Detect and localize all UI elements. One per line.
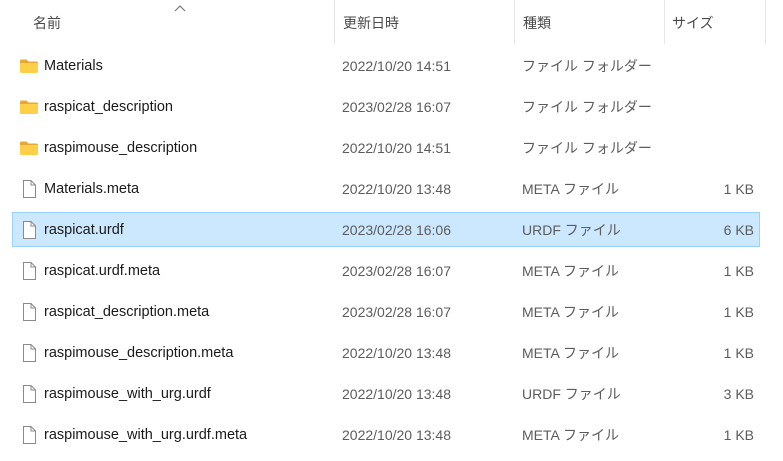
file-modified-date: 2022/10/20 13:48 <box>342 181 451 197</box>
column-divider[interactable] <box>334 0 335 44</box>
file-icon <box>19 425 39 445</box>
file-type: URDF ファイル <box>522 222 621 238</box>
chevron-up-icon[interactable] <box>174 4 186 12</box>
file-modified-date: 2023/02/28 16:07 <box>342 263 451 279</box>
file-name: raspicat_description <box>44 99 173 115</box>
column-header-type[interactable]: 種類 <box>523 14 551 32</box>
file-name: raspimouse_description <box>44 140 198 156</box>
column-header-size[interactable]: サイズ <box>672 14 714 32</box>
folder-icon <box>19 97 39 117</box>
file-type: URDF ファイル <box>522 386 621 402</box>
file-icon <box>19 220 39 240</box>
file-row[interactable]: Materials.meta 2022/10/20 13:48 META ファイル 1… <box>12 171 760 206</box>
file-icon <box>19 384 39 404</box>
file-type: META ファイル <box>522 181 619 197</box>
file-size: 1 KB <box>723 304 754 320</box>
file-icon <box>19 179 39 199</box>
file-row[interactable]: raspicat_description 2023/02/28 16:07 ファイル… <box>12 89 760 124</box>
file-type: META ファイル <box>522 304 619 320</box>
file-modified-date: 2022/10/20 13:48 <box>342 345 451 361</box>
column-header-name[interactable]: 名前 <box>33 14 61 32</box>
file-type: ファイル フォルダー <box>522 58 652 74</box>
file-name: Materials <box>44 58 103 74</box>
column-divider[interactable] <box>765 0 766 44</box>
file-modified-date: 2022/10/20 13:48 <box>342 386 451 402</box>
file-name: Materials.meta <box>44 181 140 197</box>
file-type: META ファイル <box>522 427 619 443</box>
file-size: 1 KB <box>723 181 754 197</box>
file-row[interactable]: raspimouse_with_urg.urdf.meta 2022/10/20 … <box>12 417 760 452</box>
file-size: 1 KB <box>723 427 754 443</box>
file-size: 1 KB <box>723 263 754 279</box>
file-modified-date: 2023/02/28 16:06 <box>342 222 451 238</box>
file-name: raspimouse_with_urg.urdf.meta <box>44 427 248 443</box>
column-divider[interactable] <box>664 0 665 44</box>
file-name: raspimouse_with_urg.urdf <box>44 386 211 402</box>
file-type: META ファイル <box>522 263 619 279</box>
file-modified-date: 2022/10/20 14:51 <box>342 140 451 156</box>
file-type: ファイル フォルダー <box>522 99 652 115</box>
file-size: 6 KB <box>723 222 754 238</box>
file-modified-date: 2022/10/20 13:48 <box>342 427 451 443</box>
file-row[interactable]: raspimouse_with_urg.urdf 2022/10/20 13:48… <box>12 376 760 411</box>
file-modified-date: 2023/02/28 16:07 <box>342 304 451 320</box>
column-header-bar: 名前 更新日時 種類 サイズ <box>0 0 783 44</box>
file-row[interactable]: raspimouse_description.meta 2022/10/20 13… <box>12 335 760 370</box>
file-row[interactable]: Materials 2022/10/20 14:51 ファイル フォルダー <box>12 48 760 83</box>
file-row[interactable]: raspicat.urdf 2023/02/28 16:06 URDF ファイル 6 … <box>12 212 760 247</box>
file-type: ファイル フォルダー <box>522 140 652 156</box>
file-icon <box>19 261 39 281</box>
file-name: raspicat.urdf.meta <box>44 263 161 279</box>
file-name: raspicat.urdf <box>44 222 124 238</box>
file-type: META ファイル <box>522 345 619 361</box>
file-size: 1 KB <box>723 345 754 361</box>
file-size: 3 KB <box>723 386 754 402</box>
column-divider[interactable] <box>514 0 515 44</box>
column-header-date[interactable]: 更新日時 <box>343 14 399 32</box>
file-icon <box>19 302 39 322</box>
folder-icon <box>19 138 39 158</box>
file-name: raspicat_description.meta <box>44 304 210 320</box>
file-row[interactable]: raspicat_description.meta 2023/02/28 16:0… <box>12 294 760 329</box>
file-modified-date: 2022/10/20 14:51 <box>342 58 451 74</box>
file-row[interactable]: raspicat.urdf.meta 2023/02/28 16:07 META フ… <box>12 253 760 288</box>
file-icon <box>19 343 39 363</box>
file-name: raspimouse_description.meta <box>44 345 234 361</box>
file-row[interactable]: raspimouse_description 2022/10/20 14:51 ファ… <box>12 130 760 165</box>
file-modified-date: 2023/02/28 16:07 <box>342 99 451 115</box>
folder-icon <box>19 56 39 76</box>
